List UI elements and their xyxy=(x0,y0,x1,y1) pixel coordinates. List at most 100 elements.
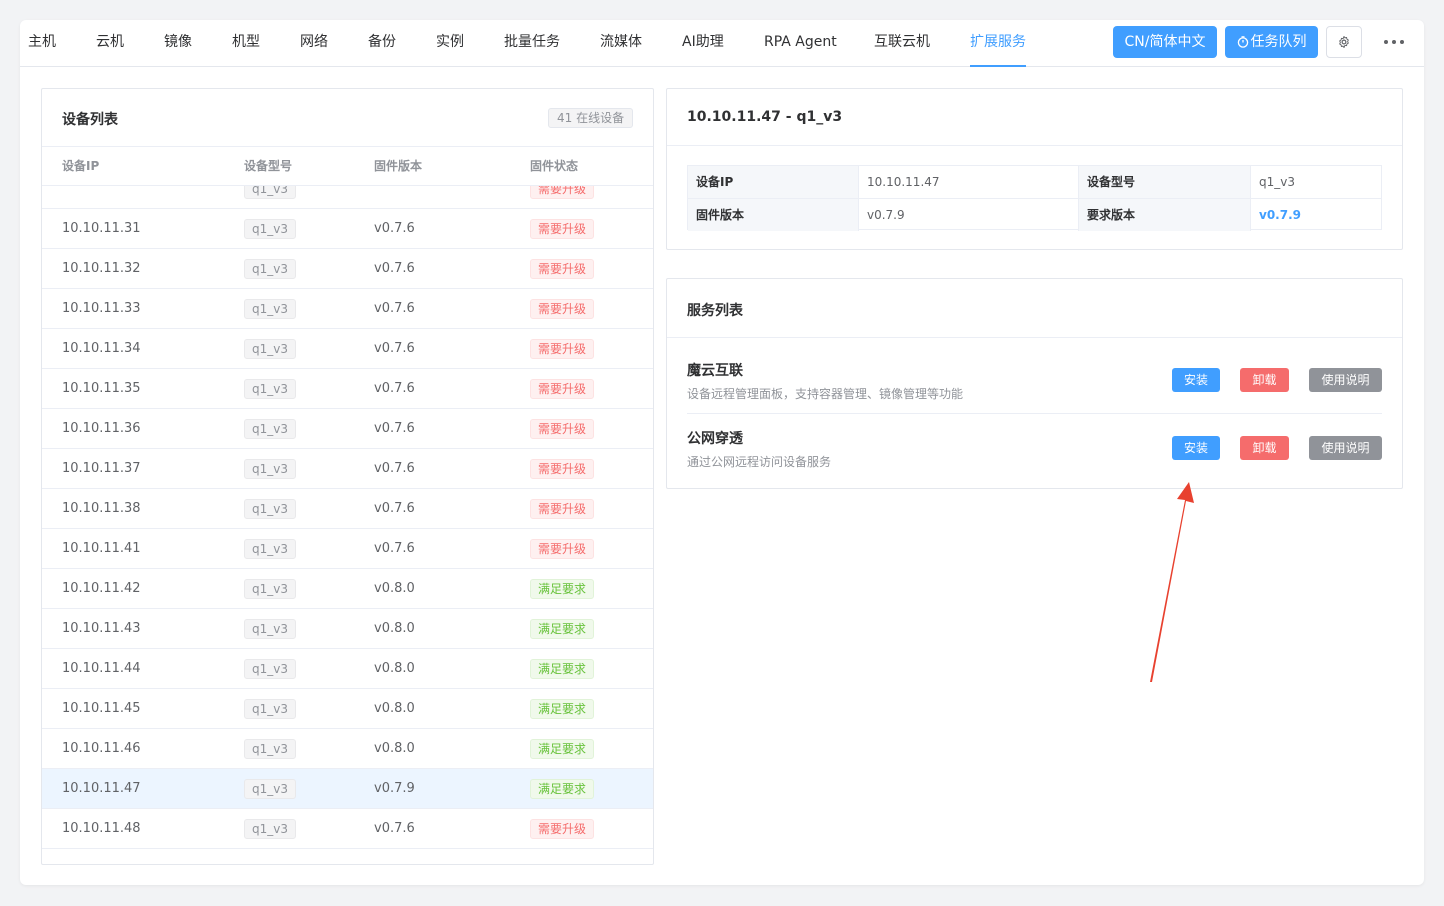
firmware-status-badge: 需要升级 xyxy=(530,219,595,239)
tab-instance[interactable]: 实例 xyxy=(436,20,464,67)
table-row[interactable]: 10.10.11.38 q1_v3 v0.7.6 需要升级 xyxy=(42,489,653,529)
device-firmware: v0.8.0 xyxy=(374,621,415,636)
device-model-tag: q1_v3 xyxy=(244,779,296,799)
detail-ip-label: 设备IP xyxy=(688,166,859,198)
service-desc-moyun: 设备远程管理面板，支持容器管理、镜像管理等功能 xyxy=(687,387,964,401)
device-ip: 10.10.11.46 xyxy=(62,741,141,756)
device-model-tag: q1_v3 xyxy=(244,219,296,239)
firmware-status-badge: 需要升级 xyxy=(530,459,595,479)
detail-firmware-value: v0.7.9 xyxy=(859,199,1079,231)
device-firmware: v0.7.6 xyxy=(374,261,415,276)
firmware-status-badge: 满足要求 xyxy=(530,739,595,759)
table-row[interactable]: 10.10.11.46 q1_v3 v0.8.0 满足要求 xyxy=(42,729,653,769)
table-row[interactable]: 10.10.11.36 q1_v3 v0.7.6 需要升级 xyxy=(42,409,653,449)
firmware-status-badge: 满足要求 xyxy=(530,779,595,799)
device-firmware: v0.8.0 xyxy=(374,741,415,756)
uninstall-button-tunnel[interactable]: 卸载 xyxy=(1240,436,1289,460)
docs-button-tunnel[interactable]: 使用说明 xyxy=(1309,436,1382,460)
device-ip: 10.10.11.43 xyxy=(62,621,141,636)
table-row[interactable]: 10.10.11.47 q1_v3 v0.7.9 满足要求 xyxy=(42,769,653,809)
docs-button-moyun[interactable]: 使用说明 xyxy=(1309,368,1382,392)
tab-image[interactable]: 镜像 xyxy=(164,20,192,67)
firmware-status-badge: 需要升级 xyxy=(530,819,595,839)
table-row[interactable]: 10.10.11.35 q1_v3 v0.7.6 需要升级 xyxy=(42,369,653,409)
firmware-status-badge: 需要升级 xyxy=(530,259,595,279)
firmware-status-badge: 满足要求 xyxy=(530,619,595,639)
device-ip: 10.10.11.38 xyxy=(62,501,141,516)
device-model-tag: q1_v3 xyxy=(244,259,296,279)
detail-model-value: q1_v3 xyxy=(1259,175,1295,189)
table-row[interactable]: 10.10.11.43 q1_v3 v0.8.0 满足要求 xyxy=(42,609,653,649)
device-ip: 10.10.11.34 xyxy=(62,341,141,356)
table-row[interactable]: 10.10.11.31 q1_v3 v0.7.6 需要升级 xyxy=(42,209,653,249)
tab-batch-task[interactable]: 批量任务 xyxy=(504,20,560,67)
detail-model-label: 设备型号 xyxy=(1079,166,1251,198)
firmware-status-badge: 需要升级 xyxy=(530,339,595,359)
tab-connected-cloud[interactable]: 互联云机 xyxy=(874,20,930,67)
tab-extension-services[interactable]: 扩展服务 xyxy=(970,20,1026,67)
firmware-status-badge: 需要升级 xyxy=(530,419,595,439)
device-firmware: v0.8.0 xyxy=(374,661,415,676)
device-table-body[interactable]: q1_v3 需要升级 10.10.11.31 q1_v3 v0.7.6 需要升级 10.10… xyxy=(42,186,653,864)
device-model-tag: q1_v3 xyxy=(244,539,296,559)
device-ip: 10.10.11.44 xyxy=(62,661,141,676)
clock-icon xyxy=(1237,36,1248,48)
table-row[interactable]: 10.10.11.45 q1_v3 v0.8.0 满足要求 xyxy=(42,689,653,729)
table-row[interactable]: 10.10.11.37 q1_v3 v0.7.6 需要升级 xyxy=(42,449,653,489)
device-firmware: v0.7.6 xyxy=(374,461,415,476)
device-model-tag: q1_v3 xyxy=(244,579,296,599)
install-button-moyun[interactable]: 安装 xyxy=(1172,368,1220,392)
table-row[interactable]: 10.10.11.33 q1_v3 v0.7.6 需要升级 xyxy=(42,289,653,329)
device-model-tag: q1_v3 xyxy=(244,419,296,439)
device-model-tag: q1_v3 xyxy=(244,299,296,319)
table-row[interactable]: 10.10.11.48 q1_v3 v0.7.6 需要升级 xyxy=(42,809,653,849)
tab-network[interactable]: 网络 xyxy=(300,20,328,67)
device-firmware: v0.7.6 xyxy=(374,501,415,516)
tab-host[interactable]: 主机 xyxy=(28,20,56,67)
uninstall-button-moyun[interactable]: 卸载 xyxy=(1240,368,1289,392)
device-firmware: v0.7.9 xyxy=(374,781,415,796)
table-row[interactable]: 10.10.11.41 q1_v3 v0.7.6 需要升级 xyxy=(42,529,653,569)
more-horizontal-icon[interactable] xyxy=(1384,33,1404,51)
device-ip: 10.10.11.31 xyxy=(62,221,141,236)
table-row[interactable]: 10.10.11.34 q1_v3 v0.7.6 需要升级 xyxy=(42,329,653,369)
tab-rpa-agent[interactable]: RPA Agent xyxy=(764,20,837,67)
settings-button[interactable] xyxy=(1326,26,1362,58)
device-firmware: v0.7.6 xyxy=(374,381,415,396)
device-ip: 10.10.11.37 xyxy=(62,461,141,476)
service-desc-tunnel: 通过公网远程访问设备服务 xyxy=(687,455,832,469)
task-queue-label: 任务队列 xyxy=(1250,34,1307,50)
tab-model[interactable]: 机型 xyxy=(232,20,260,67)
divider xyxy=(687,413,1382,414)
firmware-status-badge: 需要升级 xyxy=(530,499,595,519)
language-button[interactable]: CN/简体中文 xyxy=(1113,26,1217,58)
service-list-title: 服务列表 xyxy=(687,303,743,319)
tab-streaming[interactable]: 流媒体 xyxy=(600,20,642,67)
table-row[interactable]: 10.10.11.32 q1_v3 v0.7.6 需要升级 xyxy=(42,249,653,289)
detail-ip-value: 10.10.11.47 xyxy=(859,166,1079,198)
firmware-status-badge: 需要升级 xyxy=(530,539,595,559)
device-ip: 10.10.11.36 xyxy=(62,421,141,436)
divider xyxy=(667,337,1402,338)
tab-cloud[interactable]: 云机 xyxy=(96,20,124,67)
device-list-title: 设备列表 xyxy=(62,112,118,128)
device-model-tag: q1_v3 xyxy=(244,379,296,399)
table-row[interactable]: q1_v3 需要升级 xyxy=(42,186,653,209)
tab-backup[interactable]: 备份 xyxy=(368,20,396,67)
device-list-panel: 设备列表 41 在线设备 设备IP 设备型号 固件版本 固件状态 q1_v3 需要… xyxy=(41,88,654,865)
tab-ai-assistant[interactable]: AI助理 xyxy=(682,20,724,67)
device-firmware: v0.7.6 xyxy=(374,541,415,556)
install-button-tunnel[interactable]: 安装 xyxy=(1172,436,1220,460)
column-header-model: 设备型号 xyxy=(244,159,293,173)
device-detail-panel: 10.10.11.47 - q1_v3 设备IP 10.10.11.47 设备型… xyxy=(666,88,1403,250)
device-ip: 10.10.11.48 xyxy=(62,821,141,836)
app-window: 主机 云机 镜像 机型 网络 备份 实例 批量任务 流媒体 AI助理 RPA A… xyxy=(20,20,1424,885)
device-model-tag: q1_v3 xyxy=(244,186,296,199)
device-model-tag: q1_v3 xyxy=(244,739,296,759)
gear-icon xyxy=(1339,35,1349,49)
table-row[interactable]: 10.10.11.44 q1_v3 v0.8.0 满足要求 xyxy=(42,649,653,689)
online-count-badge: 41 在线设备 xyxy=(548,108,634,128)
table-row[interactable]: 10.10.11.42 q1_v3 v0.8.0 满足要求 xyxy=(42,569,653,609)
task-queue-button[interactable]: 任务队列 xyxy=(1225,26,1318,58)
device-model-tag: q1_v3 xyxy=(244,459,296,479)
